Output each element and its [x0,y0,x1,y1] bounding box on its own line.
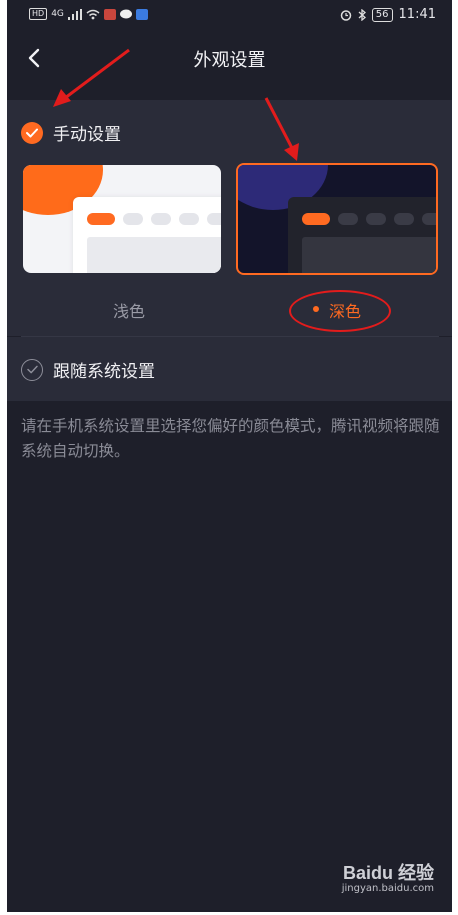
unchecked-icon [21,358,43,381]
status-bar: HD 4G 56 11:41 [7,0,452,30]
alarm-icon [340,9,352,21]
light-option-label[interactable]: 浅色 [113,298,145,322]
network-badge: 4G [51,9,64,19]
clock: 11:41 [398,7,436,22]
preview-content [302,237,436,273]
preview-pill [207,213,221,225]
battery-indicator: 56 [371,7,393,22]
status-left: HD 4G [29,8,148,20]
annotation-arrow-icon [53,48,130,107]
preview-pill [123,213,143,225]
preview-pill [394,213,414,225]
follow-system-content: 跟随系统设置 [21,357,155,382]
dark-theme-preview[interactable] [236,163,438,275]
preview-pill [179,213,199,225]
status-right: 56 11:41 [340,7,436,22]
browser-notification-icon [135,8,148,20]
preview-pill-active [87,213,115,225]
light-theme-preview[interactable] [23,165,221,273]
preview-pill [151,213,171,225]
watermark-logo: Baidu 经验 [342,863,434,883]
checked-icon [21,121,43,144]
watermark: Baidu 经验 jingyan.baidu.com [342,859,434,894]
dark-option-label[interactable]: 深色 [329,298,361,322]
preview-card [73,197,221,273]
wifi-icon [86,9,100,19]
annotation-arrow-icon [264,97,299,161]
description-text: 请在手机系统设置里选择您偏好的颜色模式，腾讯视频将跟随系统自动切换。 [21,417,440,460]
watermark-url: jingyan.baidu.com [341,883,434,894]
chat-icon [119,9,132,18]
signal-icon [67,8,82,20]
preview-pill [366,213,386,225]
preview-pill [338,213,358,225]
manual-setting-option[interactable]: 手动设置 [21,120,121,145]
manual-setting-section: 手动设置 浅色 深色 [7,100,452,336]
app-screen: HD 4G 56 11:41 外观设置 手动设置 浅色 深色 跟随系统设置 请在… [7,0,452,912]
manual-setting-label: 手动设置 [53,125,121,145]
preview-content [87,237,221,273]
follow-system-option[interactable]: 跟随系统设置 [7,337,452,401]
bluetooth-icon [358,8,366,21]
preview-card [288,197,436,273]
app-notification-icon [103,8,116,20]
hd-badge: HD [29,8,48,20]
preview-pill [422,213,436,225]
selected-dot-icon [313,306,319,312]
preview-pill-active [302,213,330,225]
follow-system-label: 跟随系统设置 [53,362,155,382]
